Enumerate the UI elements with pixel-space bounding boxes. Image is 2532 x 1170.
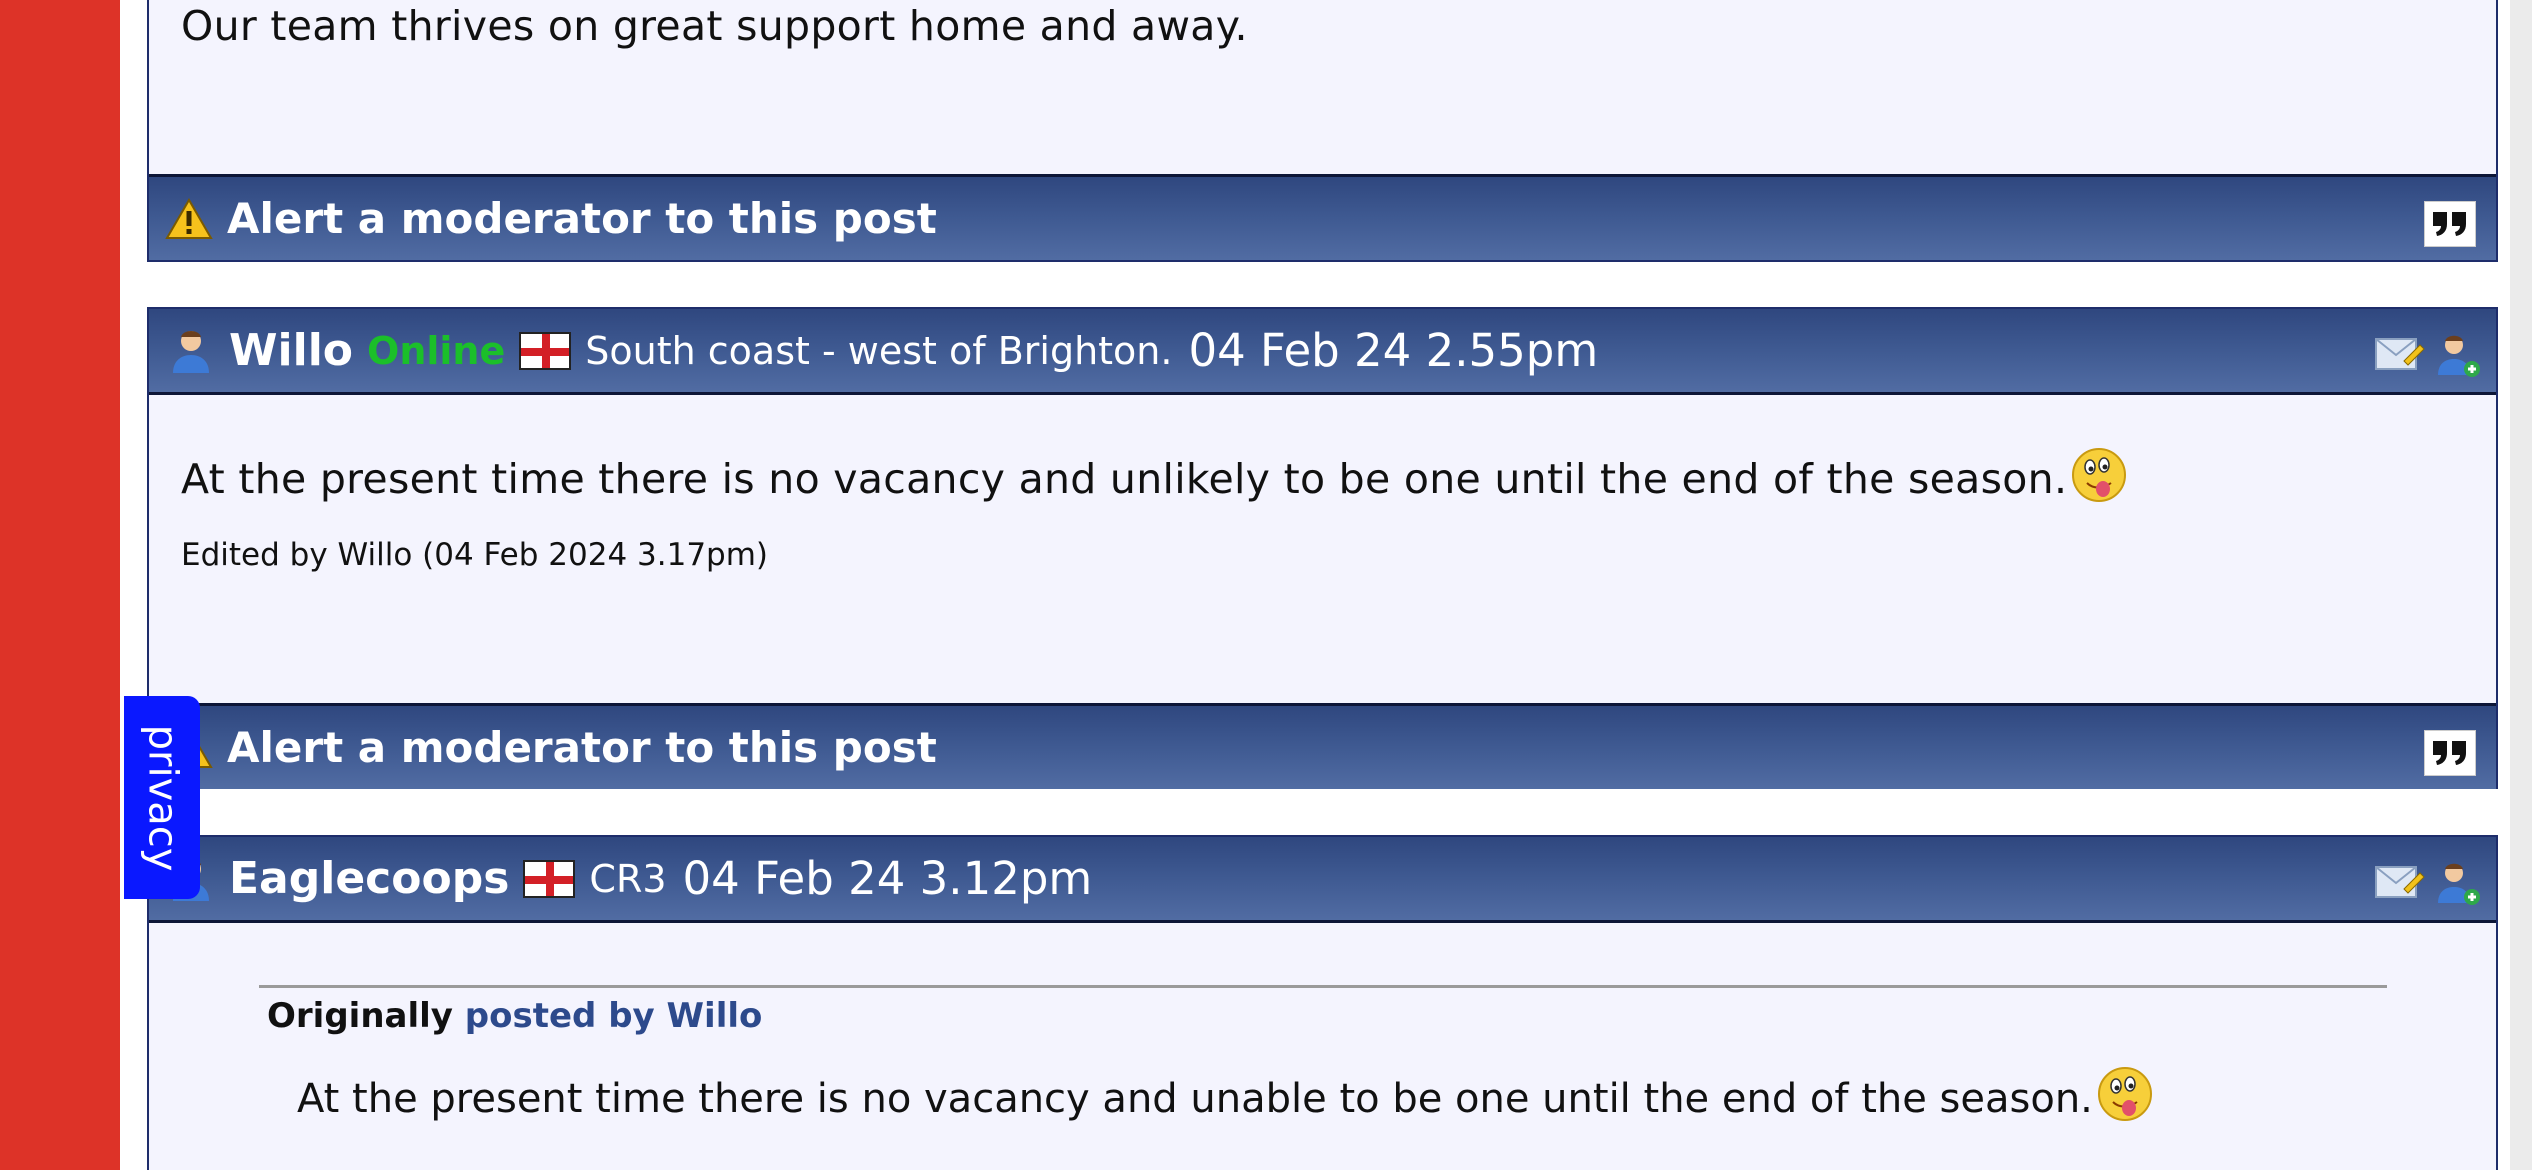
right-gutter xyxy=(2510,0,2532,1170)
post-header: Eaglecoops CR3 04 Feb 24 3.12pm xyxy=(149,837,2496,923)
username-link[interactable]: Eaglecoops xyxy=(229,853,509,904)
quote-content: At the present time there is no vacancy … xyxy=(297,1076,2093,1122)
england-flag-icon xyxy=(519,331,572,370)
post-panel-eaglecoops: Eaglecoops CR3 04 Feb 24 3.12pm Original… xyxy=(147,835,2498,1170)
post-panel-willo: Willo Online South coast - west of Brigh… xyxy=(147,307,2498,789)
post-header-actions xyxy=(2374,331,2482,383)
edit-note: Edited by Willo (04 Feb 2024 3.17pm) xyxy=(181,537,769,573)
quote-text: At the present time there is no vacancy … xyxy=(297,1064,2387,1124)
quote-icon[interactable] xyxy=(2424,730,2476,776)
add-friend-icon[interactable] xyxy=(2434,859,2482,911)
tongue-out-emoji-icon xyxy=(2095,1064,2155,1124)
tongue-out-emoji-icon xyxy=(2069,445,2129,505)
post-header-actions xyxy=(2374,859,2482,911)
alert-moderator-bar[interactable]: Alert a moderator to this post xyxy=(149,703,2496,789)
private-message-icon[interactable] xyxy=(2374,331,2426,383)
quote-prefix: Originally xyxy=(267,996,453,1036)
username-link[interactable]: Willo xyxy=(229,325,353,376)
private-message-icon[interactable] xyxy=(2374,859,2426,911)
rail-divider xyxy=(120,0,122,1170)
quote-header: Originally posted by Willo xyxy=(267,996,2387,1036)
post-body-content: At the present time there is no vacancy … xyxy=(181,455,2068,503)
alert-moderator-bar[interactable]: Alert a moderator to this post xyxy=(149,174,2496,260)
quote-author-link[interactable]: posted by Willo xyxy=(465,996,763,1036)
post-timestamp: 04 Feb 24 3.12pm xyxy=(682,852,1093,905)
add-friend-icon[interactable] xyxy=(2434,331,2482,383)
post-body-text: At the present time there is no vacancy … xyxy=(181,445,2129,505)
post-header: Willo Online South coast - west of Brigh… xyxy=(149,309,2496,395)
quoted-post: Originally posted by Willo At the presen… xyxy=(259,985,2387,1124)
user-location: CR3 xyxy=(589,856,667,901)
user-location: South coast - west of Brighton. xyxy=(585,328,1173,373)
quote-icon[interactable] xyxy=(2424,201,2476,247)
privacy-label: privacy xyxy=(139,724,186,871)
warning-icon xyxy=(165,197,213,241)
post-body-text: Our team thrives on great support home a… xyxy=(181,2,1248,50)
alert-moderator-link[interactable]: Alert a moderator to this post xyxy=(227,194,937,243)
post-timestamp: 04 Feb 24 2.55pm xyxy=(1188,324,1599,377)
user-icon xyxy=(165,325,217,377)
privacy-tab[interactable]: privacy xyxy=(124,696,200,899)
england-flag-icon xyxy=(523,859,576,898)
online-status: Online xyxy=(367,328,506,373)
alert-moderator-link[interactable]: Alert a moderator to this post xyxy=(227,723,937,772)
post-panel-top: Our team thrives on great support home a… xyxy=(147,0,2498,262)
left-side-rail xyxy=(0,0,120,1170)
